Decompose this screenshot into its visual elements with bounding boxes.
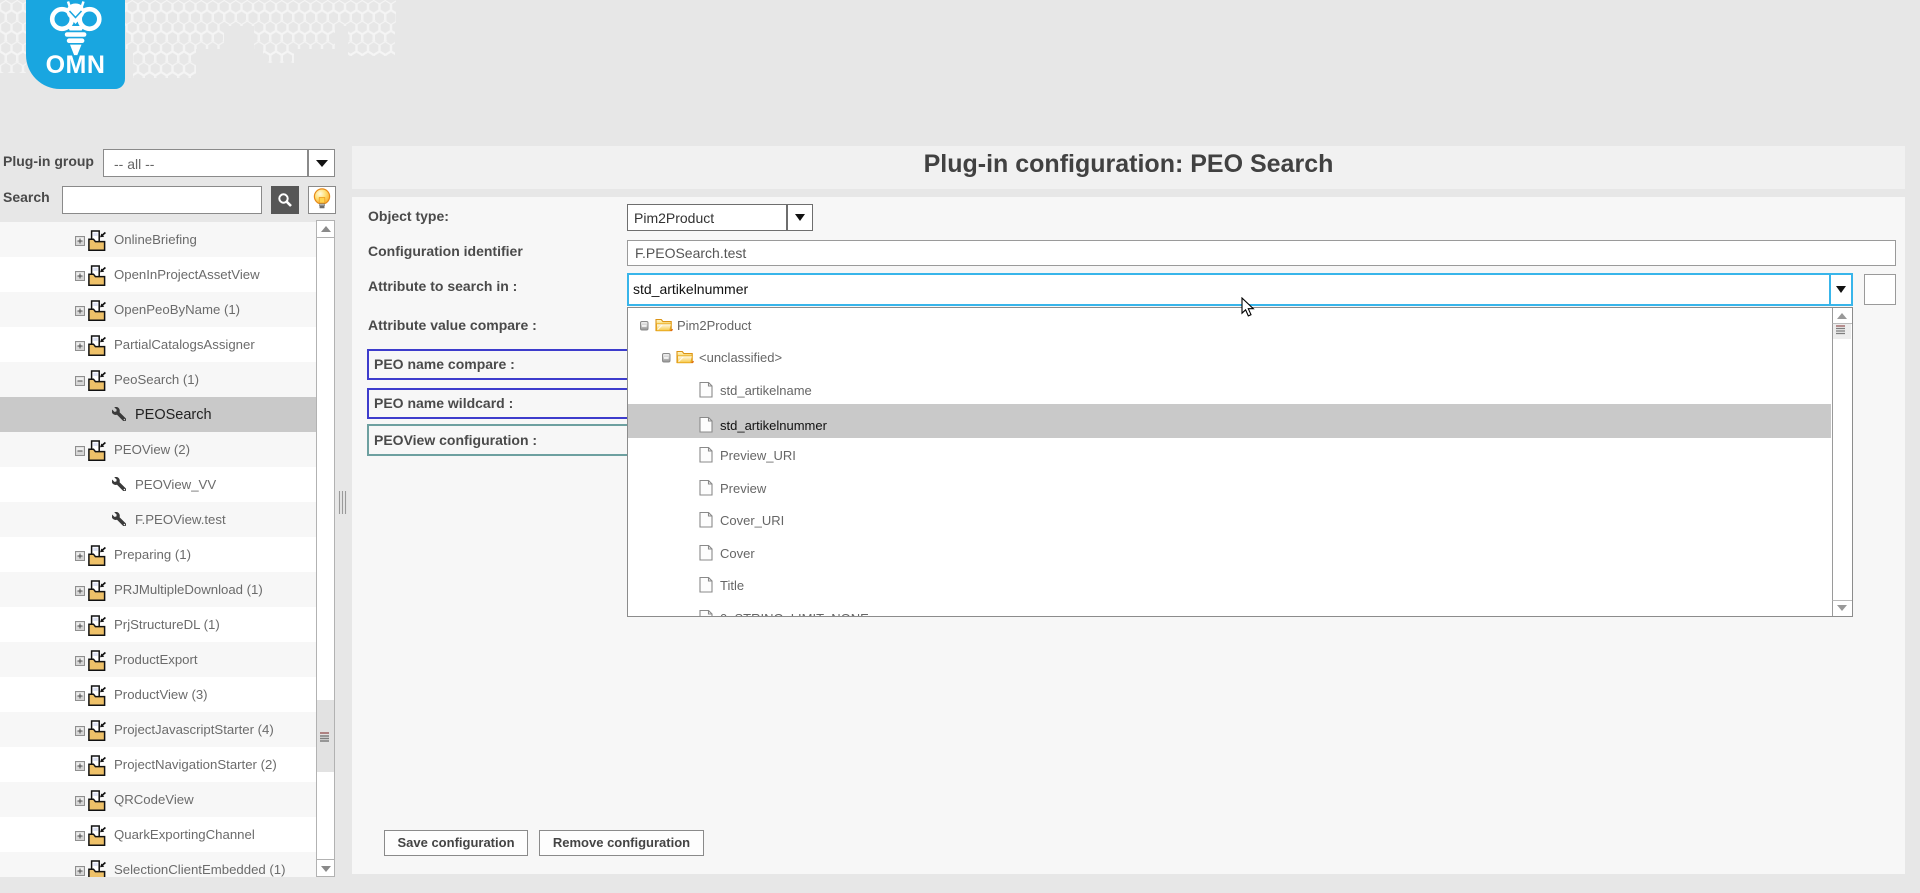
svg-text:OMN: OMN bbox=[46, 51, 106, 79]
